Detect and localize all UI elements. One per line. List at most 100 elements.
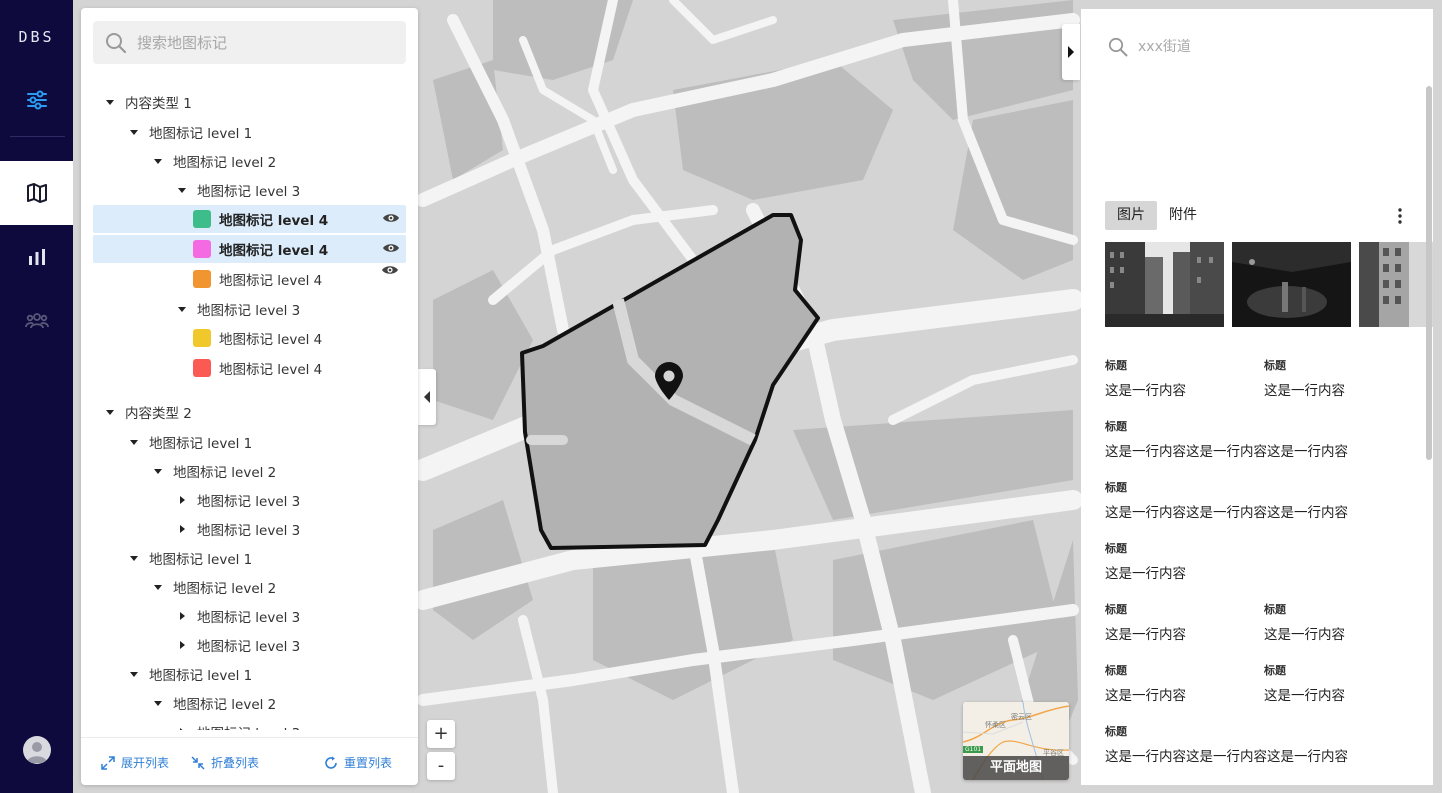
tree-node[interactable]: 地图标记 level 2 <box>153 689 276 717</box>
caret-left-icon <box>424 391 430 403</box>
tree-node[interactable]: 地图标记 level 3 <box>177 631 300 659</box>
more-menu-button[interactable] <box>1395 207 1405 225</box>
tree-node[interactable]: 地图标记 level 4 <box>193 324 322 352</box>
nav-stats[interactable] <box>0 225 73 289</box>
tree-node[interactable]: 内容类型 2 <box>105 398 192 426</box>
tree-node[interactable]: 地图标记 level 2 <box>153 457 276 485</box>
caret-down-icon[interactable] <box>129 553 139 563</box>
tree-node[interactable]: 地图标记 level 3 <box>177 515 300 543</box>
tree-node-label: 内容类型 1 <box>125 96 192 112</box>
marker-color-swatch <box>193 359 211 377</box>
field-value: 这是一行内容这是一行内容这是一行内容 <box>1105 505 1348 521</box>
caret-right-icon[interactable] <box>177 611 187 621</box>
tree-node[interactable]: 地图标记 level 3 <box>177 176 300 204</box>
photo-thumbnail[interactable] <box>1359 242 1433 327</box>
tree-node-label: 地图标记 level 4 <box>219 273 323 289</box>
tab-attachments[interactable]: 附件 <box>1157 201 1209 230</box>
nav-filter[interactable] <box>0 68 73 132</box>
tree-node[interactable]: 地图标记 level 4 <box>193 265 398 293</box>
tree-node[interactable]: 地图标记 level 3 <box>177 295 300 323</box>
tree-node[interactable]: 地图标记 level 1 <box>129 428 252 456</box>
zoom-out-button[interactable]: - <box>427 752 455 780</box>
app-logo: DBS <box>18 28 55 46</box>
search-icon <box>106 32 127 53</box>
tree-node[interactable]: 地图标记 level 1 <box>129 118 252 146</box>
expand-list-label: 展开列表 <box>121 756 170 770</box>
tree-node-label: 地图标记 level 2 <box>173 465 277 481</box>
people-icon <box>24 313 49 329</box>
caret-right-icon[interactable] <box>177 524 187 534</box>
marker-search <box>93 21 406 64</box>
collapse-right-panel-button[interactable] <box>1062 24 1080 80</box>
photo-thumbnail[interactable] <box>1232 242 1351 327</box>
tree-node[interactable]: 地图标记 level 3 <box>177 486 300 514</box>
caret-down-icon[interactable] <box>153 466 163 476</box>
collapse-left-panel-button[interactable] <box>418 369 436 425</box>
nav-people[interactable] <box>0 289 73 353</box>
minimap-toggle[interactable]: 怀柔区 密云区 平谷区 G101 平面地图 <box>963 702 1069 780</box>
tree-node[interactable]: 地图标记 level 2 <box>153 147 276 175</box>
caret-right-icon[interactable] <box>177 495 187 505</box>
tree-node-label: 地图标记 level 4 <box>219 213 329 229</box>
marker-search-input[interactable] <box>137 33 387 52</box>
expand-list-button[interactable]: 展开列表 <box>101 754 169 771</box>
field-value: 这是一行内容 <box>1105 688 1186 704</box>
refresh-icon <box>325 756 337 769</box>
caret-down-icon[interactable] <box>153 698 163 708</box>
caret-down-icon[interactable] <box>153 582 163 592</box>
caret-down-icon[interactable] <box>129 669 139 679</box>
tree-node[interactable]: 地图标记 level 4 <box>93 235 406 263</box>
caret-down-icon[interactable] <box>177 185 187 195</box>
tree-node-label: 地图标记 level 3 <box>197 184 301 200</box>
detail-scrollbar[interactable] <box>1426 86 1432 460</box>
detail-field: 标题 这是一行内容这是一行内容这是一行内容 <box>1105 723 1348 765</box>
minimap-place-label: 怀柔区 <box>985 721 1006 729</box>
photo-strip <box>1105 242 1433 327</box>
caret-down-icon[interactable] <box>177 304 187 314</box>
caret-down-icon[interactable] <box>105 407 115 417</box>
caret-right-icon[interactable] <box>177 640 187 650</box>
field-value: 这是一行内容 <box>1105 627 1186 643</box>
marker-color-swatch <box>193 270 211 288</box>
eye-icon[interactable] <box>382 212 400 224</box>
caret-down-icon[interactable] <box>129 127 139 137</box>
caret-right-icon[interactable] <box>177 727 187 730</box>
location-search <box>1108 37 1358 57</box>
field-title: 标题 <box>1264 359 1286 372</box>
marker-color-swatch <box>193 240 211 258</box>
eye-icon[interactable] <box>381 264 399 276</box>
caret-down-icon[interactable] <box>153 156 163 166</box>
tree-node[interactable]: 地图标记 level 4 <box>93 205 406 233</box>
tree-node-label: 地图标记 level 1 <box>149 126 253 142</box>
nav-map[interactable] <box>0 161 73 225</box>
marker-color-swatch <box>193 210 211 228</box>
caret-down-icon[interactable] <box>105 97 115 107</box>
tree-node[interactable]: 地图标记 level 2 <box>153 573 276 601</box>
detail-field: 标题 这是一行内容 <box>1105 540 1186 582</box>
tree-node-label: 地图标记 level 3 <box>197 494 301 510</box>
tab-images[interactable]: 图片 <box>1105 201 1157 230</box>
tree-node[interactable]: 地图标记 level 4 <box>193 354 322 382</box>
tree-node[interactable]: 地图标记 level 1 <box>129 544 252 572</box>
detail-field: 标题 这是一行内容 <box>1105 601 1186 643</box>
detail-field: 标题 这是一行内容 <box>1264 601 1345 643</box>
eye-icon[interactable] <box>382 242 400 254</box>
field-title: 标题 <box>1105 664 1127 677</box>
tree-node[interactable]: 地图标记 level 3 <box>177 602 300 630</box>
collapse-list-button[interactable]: 折叠列表 <box>191 754 259 771</box>
tree-node[interactable]: 地图标记 level 3 <box>177 718 300 730</box>
reset-list-button[interactable]: 重置列表 <box>324 754 392 771</box>
tree-node-label: 地图标记 level 1 <box>149 552 253 568</box>
location-search-input[interactable] <box>1138 39 1358 55</box>
tree-node[interactable]: 内容类型 1 <box>105 88 192 116</box>
tree-node-label: 地图标记 level 2 <box>173 155 277 171</box>
caret-down-icon[interactable] <box>129 437 139 447</box>
detail-field: 标题 这是一行内容 <box>1105 357 1186 399</box>
photo-thumbnail[interactable] <box>1105 242 1224 327</box>
field-value: 这是一行内容这是一行内容这是一行内容 <box>1105 444 1348 460</box>
tree-node[interactable]: 地图标记 level 1 <box>129 660 252 688</box>
zoom-in-button[interactable]: + <box>427 720 455 748</box>
user-avatar-icon[interactable] <box>23 736 51 764</box>
tree-node-label: 地图标记 level 3 <box>197 610 301 626</box>
field-value: 这是一行内容这是一行内容这是一行内容 <box>1105 749 1348 765</box>
